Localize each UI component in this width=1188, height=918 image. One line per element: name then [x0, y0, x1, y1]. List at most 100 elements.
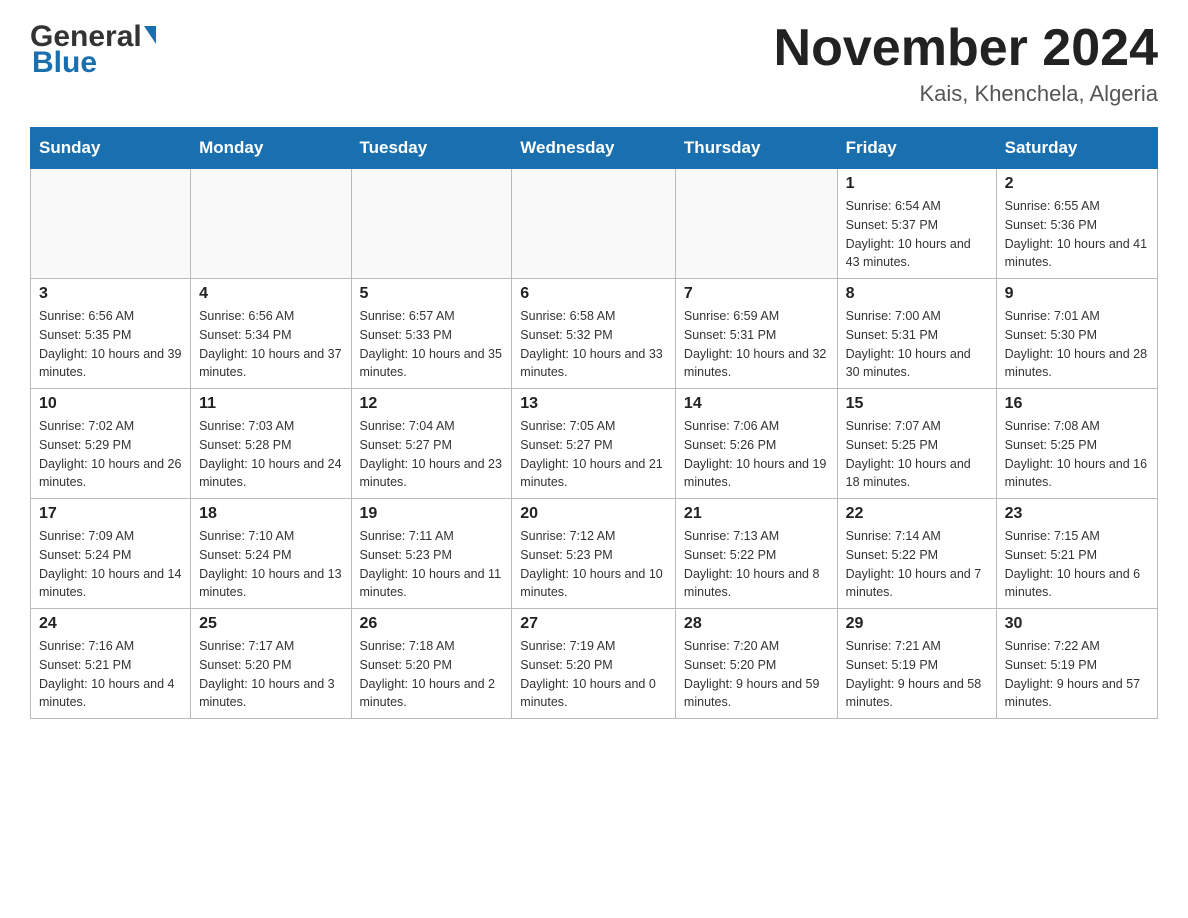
logo: General Blue	[30, 20, 156, 80]
sun-info: Sunrise: 6:55 AMSunset: 5:36 PMDaylight:…	[1005, 197, 1149, 272]
calendar-cell: 7 Sunrise: 6:59 AMSunset: 5:31 PMDaylight…	[675, 279, 837, 389]
day-number: 17	[39, 505, 182, 523]
sun-info: Sunrise: 7:18 AMSunset: 5:20 PMDaylight:…	[360, 637, 504, 712]
sun-info: Sunrise: 7:06 AMSunset: 5:26 PMDaylight:…	[684, 417, 829, 492]
day-number: 16	[1005, 395, 1149, 413]
day-number: 25	[199, 615, 342, 633]
sun-info: Sunrise: 6:57 AMSunset: 5:33 PMDaylight:…	[360, 307, 504, 382]
day-number: 23	[1005, 505, 1149, 523]
day-number: 18	[199, 505, 342, 523]
calendar-cell: 19Sunrise: 7:11 AMSunset: 5:23 PMDayligh…	[351, 499, 512, 609]
day-number: 3	[39, 285, 182, 303]
calendar-cell	[31, 169, 191, 279]
calendar-cell: 2Sunrise: 6:55 AMSunset: 5:36 PMDaylight…	[996, 169, 1157, 279]
calendar-cell: 26 Sunrise: 7:18 AMSunset: 5:20 PMDayligh…	[351, 609, 512, 719]
calendar-cell: 22 Sunrise: 7:14 AMSunset: 5:22 PMDayligh…	[837, 499, 996, 609]
calendar-cell: 30Sunrise: 7:22 AMSunset: 5:19 PMDayligh…	[996, 609, 1157, 719]
sun-info: Sunrise: 7:05 AMSunset: 5:27 PMDaylight:…	[520, 417, 667, 492]
calendar-cell: 18 Sunrise: 7:10 AMSunset: 5:24 PMDayligh…	[191, 499, 351, 609]
sun-info: Sunrise: 7:10 AMSunset: 5:24 PMDaylight:…	[199, 527, 342, 602]
day-number: 8	[846, 285, 988, 303]
day-number: 12	[360, 395, 504, 413]
sun-info: Sunrise: 7:08 AMSunset: 5:25 PMDaylight:…	[1005, 417, 1149, 492]
calendar-cell: 6 Sunrise: 6:58 AMSunset: 5:32 PMDaylight…	[512, 279, 676, 389]
calendar-cell: 25Sunrise: 7:17 AMSunset: 5:20 PMDayligh…	[191, 609, 351, 719]
sun-info: Sunrise: 7:19 AMSunset: 5:20 PMDaylight:…	[520, 637, 667, 712]
day-number: 4	[199, 285, 342, 303]
calendar-cell: 14 Sunrise: 7:06 AMSunset: 5:26 PMDayligh…	[675, 389, 837, 499]
column-header-tuesday: Tuesday	[351, 128, 512, 169]
week-row-3: 10 Sunrise: 7:02 AMSunset: 5:29 PMDayligh…	[31, 389, 1158, 499]
calendar-cell: 13 Sunrise: 7:05 AMSunset: 5:27 PMDayligh…	[512, 389, 676, 499]
sun-info: Sunrise: 7:14 AMSunset: 5:22 PMDaylight:…	[846, 527, 988, 602]
calendar-cell: 4 Sunrise: 6:56 AMSunset: 5:34 PMDaylight…	[191, 279, 351, 389]
calendar-cell: 27 Sunrise: 7:19 AMSunset: 5:20 PMDayligh…	[512, 609, 676, 719]
calendar-cell: 3Sunrise: 6:56 AMSunset: 5:35 PMDaylight…	[31, 279, 191, 389]
sun-info: Sunrise: 7:13 AMSunset: 5:22 PMDaylight:…	[684, 527, 829, 602]
day-number: 29	[846, 615, 988, 633]
day-number: 5	[360, 285, 504, 303]
calendar-cell: 21 Sunrise: 7:13 AMSunset: 5:22 PMDayligh…	[675, 499, 837, 609]
column-header-friday: Friday	[837, 128, 996, 169]
day-number: 27	[520, 615, 667, 633]
calendar-cell: 24 Sunrise: 7:16 AMSunset: 5:21 PMDayligh…	[31, 609, 191, 719]
sun-info: Sunrise: 6:54 AMSunset: 5:37 PMDaylight:…	[846, 197, 988, 272]
month-year-title: November 2024	[774, 20, 1158, 77]
calendar-header-row: SundayMondayTuesdayWednesdayThursdayFrid…	[31, 128, 1158, 169]
week-row-5: 24 Sunrise: 7:16 AMSunset: 5:21 PMDayligh…	[31, 609, 1158, 719]
day-number: 15	[846, 395, 988, 413]
sun-info: Sunrise: 6:59 AMSunset: 5:31 PMDaylight:…	[684, 307, 829, 382]
calendar-cell	[675, 169, 837, 279]
sun-info: Sunrise: 6:58 AMSunset: 5:32 PMDaylight:…	[520, 307, 667, 382]
day-number: 24	[39, 615, 182, 633]
day-number: 20	[520, 505, 667, 523]
sun-info: Sunrise: 7:09 AMSunset: 5:24 PMDaylight:…	[39, 527, 182, 602]
day-number: 6	[520, 285, 667, 303]
calendar-cell: 28Sunrise: 7:20 AMSunset: 5:20 PMDayligh…	[675, 609, 837, 719]
calendar-cell: 1 Sunrise: 6:54 AMSunset: 5:37 PMDaylight…	[837, 169, 996, 279]
calendar-cell: 8Sunrise: 7:00 AMSunset: 5:31 PMDaylight…	[837, 279, 996, 389]
sun-info: Sunrise: 7:12 AMSunset: 5:23 PMDaylight:…	[520, 527, 667, 602]
sun-info: Sunrise: 7:02 AMSunset: 5:29 PMDaylight:…	[39, 417, 182, 492]
day-number: 26	[360, 615, 504, 633]
day-number: 13	[520, 395, 667, 413]
calendar-cell	[191, 169, 351, 279]
logo-triangle-icon	[144, 26, 156, 44]
column-header-wednesday: Wednesday	[512, 128, 676, 169]
day-number: 22	[846, 505, 988, 523]
column-header-thursday: Thursday	[675, 128, 837, 169]
day-number: 28	[684, 615, 829, 633]
logo-blue: Blue	[32, 46, 97, 80]
column-header-monday: Monday	[191, 128, 351, 169]
calendar-cell: 20 Sunrise: 7:12 AMSunset: 5:23 PMDayligh…	[512, 499, 676, 609]
sun-info: Sunrise: 7:21 AMSunset: 5:19 PMDaylight:…	[846, 637, 988, 712]
header: General Blue November 2024 Kais, Khenche…	[30, 20, 1158, 107]
day-number: 10	[39, 395, 182, 413]
week-row-4: 17 Sunrise: 7:09 AMSunset: 5:24 PMDayligh…	[31, 499, 1158, 609]
calendar-table: SundayMondayTuesdayWednesdayThursdayFrid…	[30, 127, 1158, 719]
sun-info: Sunrise: 6:56 AMSunset: 5:34 PMDaylight:…	[199, 307, 342, 382]
calendar-cell	[512, 169, 676, 279]
title-section: November 2024 Kais, Khenchela, Algeria	[774, 20, 1158, 107]
sun-info: Sunrise: 7:03 AMSunset: 5:28 PMDaylight:…	[199, 417, 342, 492]
sun-info: Sunrise: 7:07 AMSunset: 5:25 PMDaylight:…	[846, 417, 988, 492]
sun-info: Sunrise: 7:16 AMSunset: 5:21 PMDaylight:…	[39, 637, 182, 712]
week-row-1: 1 Sunrise: 6:54 AMSunset: 5:37 PMDaylight…	[31, 169, 1158, 279]
calendar-cell: 29 Sunrise: 7:21 AMSunset: 5:19 PMDayligh…	[837, 609, 996, 719]
column-header-saturday: Saturday	[996, 128, 1157, 169]
calendar-cell: 17 Sunrise: 7:09 AMSunset: 5:24 PMDayligh…	[31, 499, 191, 609]
calendar-cell: 12 Sunrise: 7:04 AMSunset: 5:27 PMDayligh…	[351, 389, 512, 499]
calendar-cell	[351, 169, 512, 279]
sun-info: Sunrise: 7:04 AMSunset: 5:27 PMDaylight:…	[360, 417, 504, 492]
calendar-cell: 11Sunrise: 7:03 AMSunset: 5:28 PMDayligh…	[191, 389, 351, 499]
calendar-cell: 15 Sunrise: 7:07 AMSunset: 5:25 PMDayligh…	[837, 389, 996, 499]
week-row-2: 3Sunrise: 6:56 AMSunset: 5:35 PMDaylight…	[31, 279, 1158, 389]
day-number: 21	[684, 505, 829, 523]
day-number: 14	[684, 395, 829, 413]
day-number: 1	[846, 175, 988, 193]
sun-info: Sunrise: 7:15 AMSunset: 5:21 PMDaylight:…	[1005, 527, 1149, 602]
location-subtitle: Kais, Khenchela, Algeria	[774, 81, 1158, 107]
day-number: 7	[684, 285, 829, 303]
sun-info: Sunrise: 7:01 AMSunset: 5:30 PMDaylight:…	[1005, 307, 1149, 382]
sun-info: Sunrise: 7:11 AMSunset: 5:23 PMDaylight:…	[360, 527, 504, 602]
